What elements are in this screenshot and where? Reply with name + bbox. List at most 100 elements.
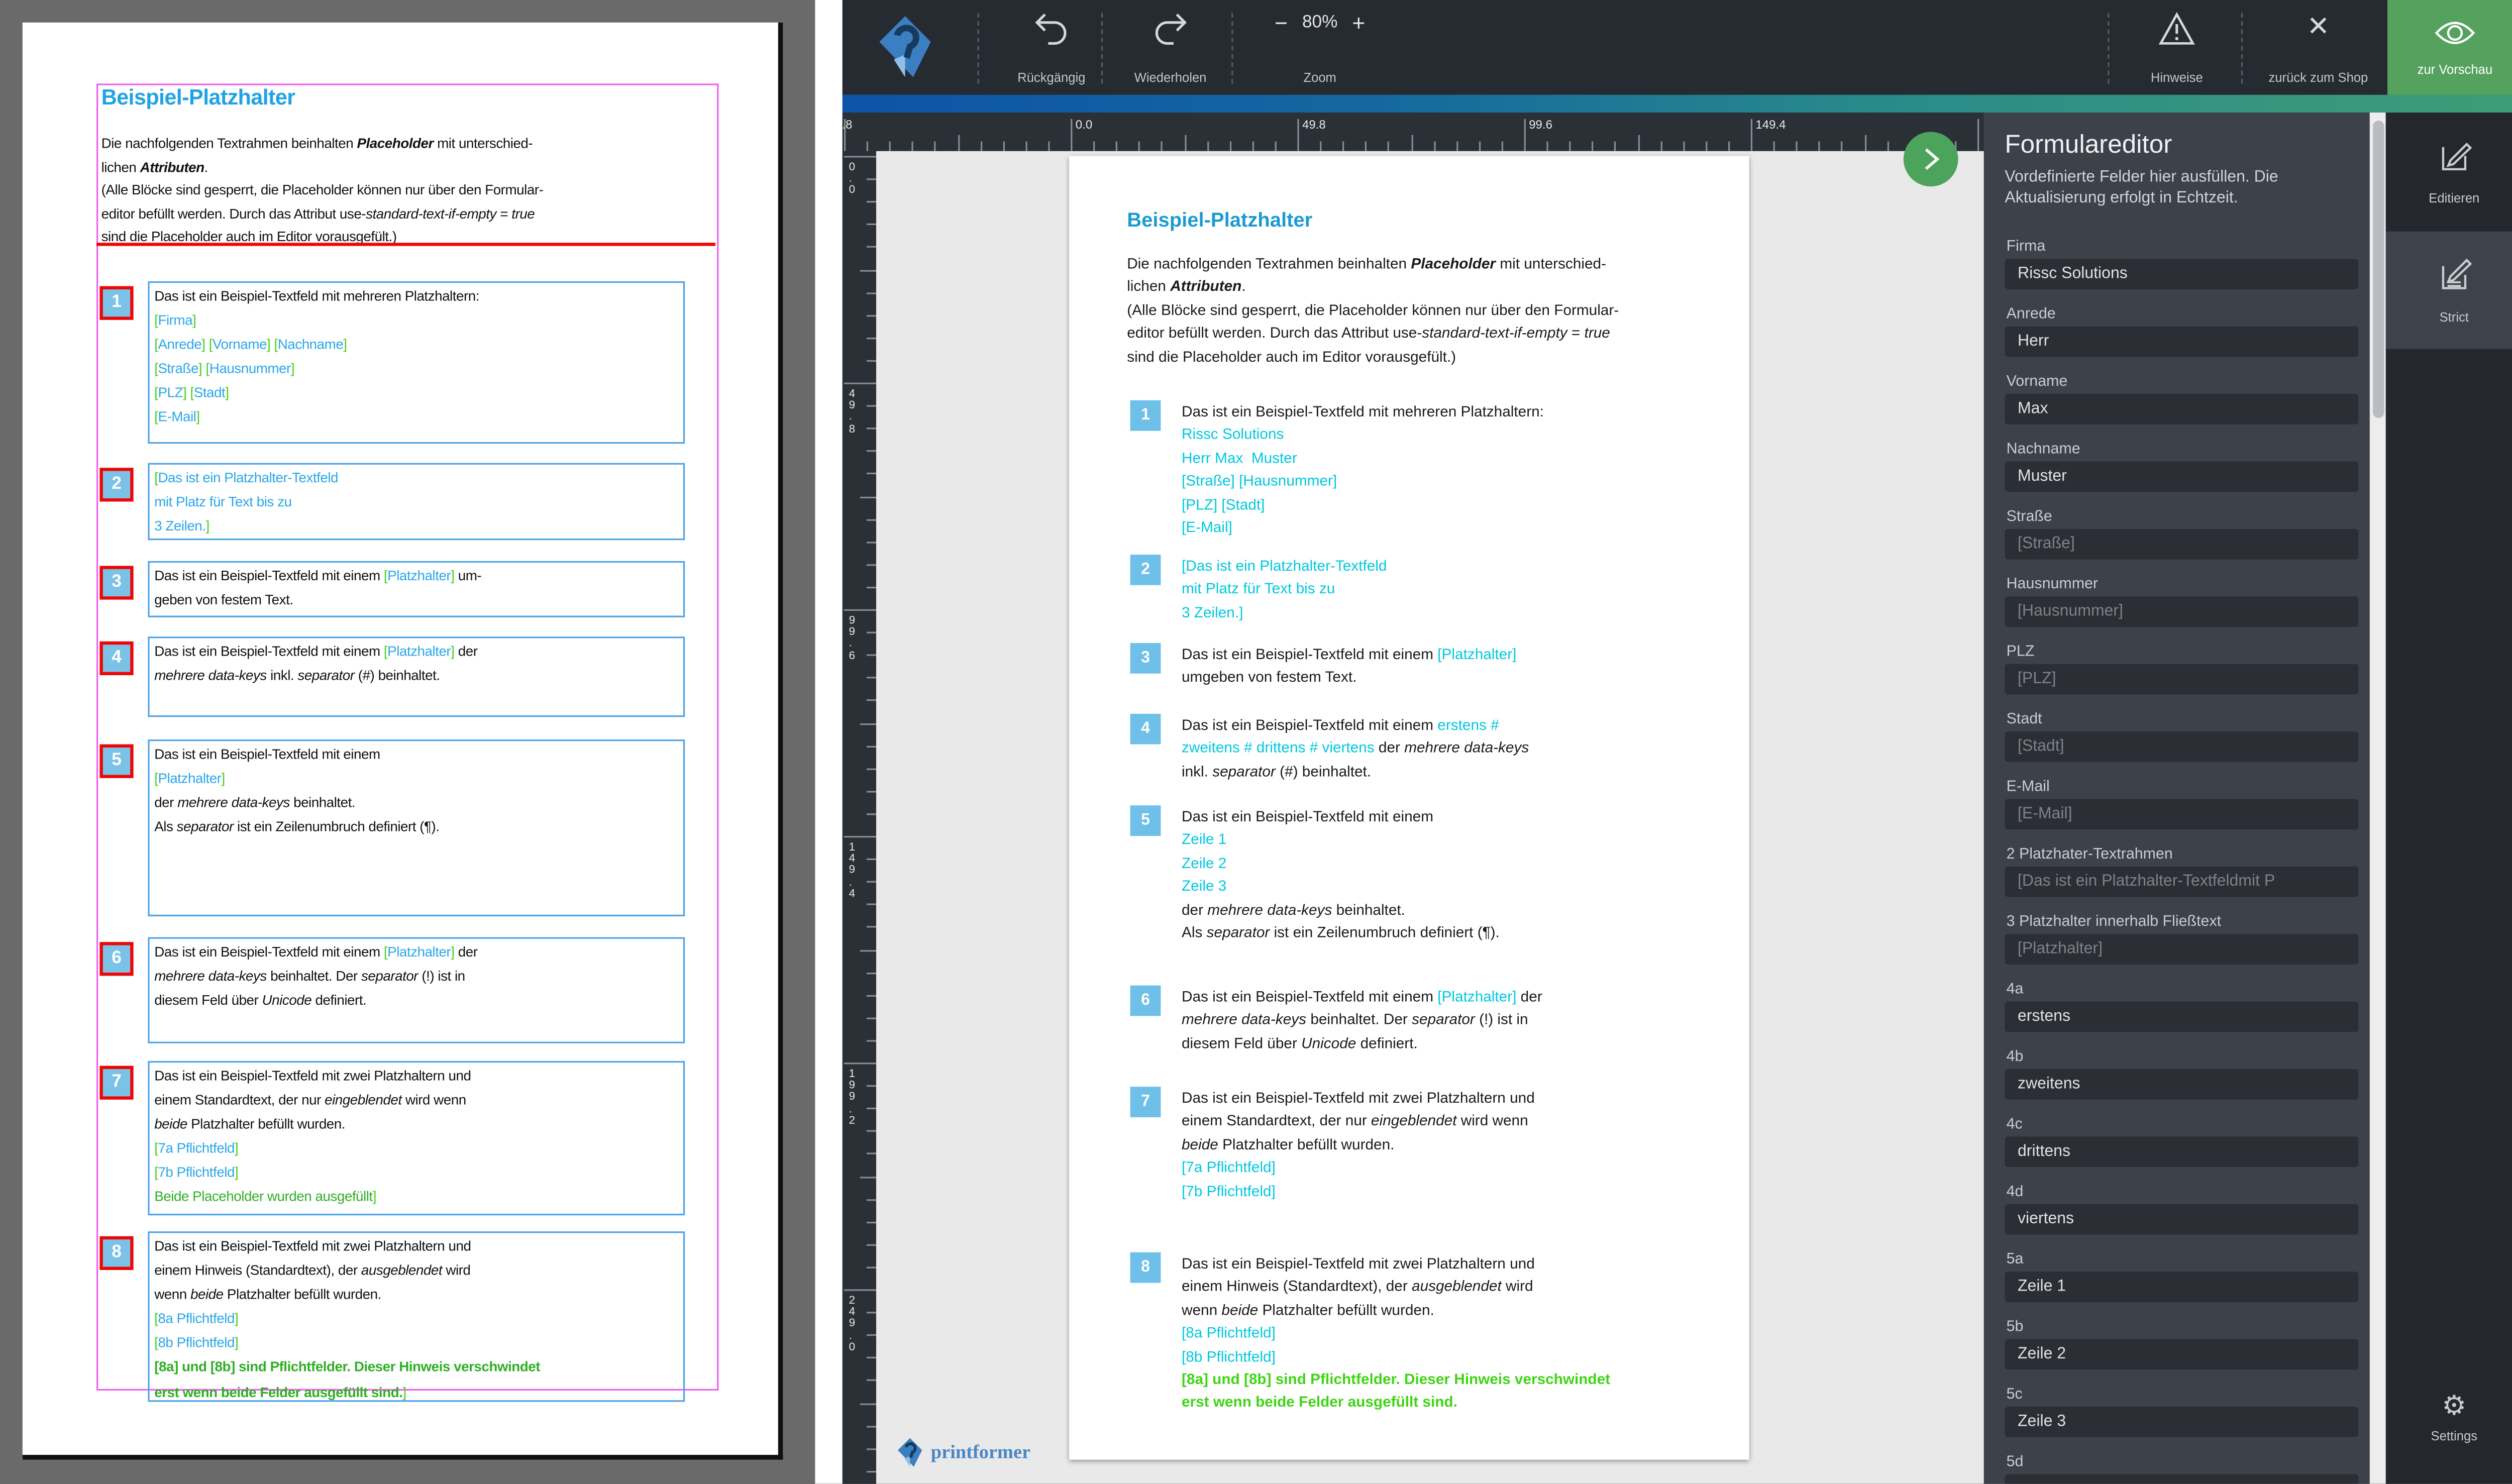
progress-gradient-bar xyxy=(843,95,2512,113)
editor-item-text: Das ist ein Beispiel-Textfeld mit einem … xyxy=(1182,986,1680,1055)
edit-lines-icon xyxy=(2437,256,2472,299)
vertical-ruler: 0 . 04 9 . 89 9 . 61 4 9 . 41 9 9 . 22 4… xyxy=(843,151,876,1484)
form-field-label: 3 Platzhalter innerhalb Fließtext xyxy=(2007,913,2359,931)
form-field-row: 4c xyxy=(2005,1116,2358,1167)
form-field-input[interactable] xyxy=(2005,1474,2358,1483)
collapse-sidebar-button[interactable] xyxy=(1904,132,1958,186)
preview-item-box: Das ist ein Beispiel-Textfeld mit einem … xyxy=(148,561,685,617)
form-field-row: 5b xyxy=(2005,1318,2358,1369)
horizontal-ruler: -49.80.049.899.6149.4 xyxy=(843,113,1984,151)
preview-item-box: Das ist ein Beispiel-Textfeld mit zwei P… xyxy=(148,1231,685,1402)
form-field-input[interactable] xyxy=(2005,461,2358,492)
zur-vorschau-button[interactable]: zur Vorschau xyxy=(2387,0,2512,95)
preview-page: Beispiel-Platzhalter Die nachfolgenden T… xyxy=(23,23,783,1460)
form-editor-subtitle: Vordefinierte Felder hier ausfüllen. Die… xyxy=(2005,167,2361,209)
form-field-input[interactable] xyxy=(2005,259,2358,289)
form-field-label: E-Mail xyxy=(2007,778,2359,796)
editor-item-text: Das ist ein Beispiel-Textfeld mit einem … xyxy=(1182,714,1680,783)
editor-item-text: Das ist ein Beispiel-Textfeld mit zwei P… xyxy=(1182,1252,1680,1415)
form-field-row: Straße xyxy=(2005,508,2358,559)
form-field-label: 5a xyxy=(2007,1251,2359,1268)
edit-icon xyxy=(2437,138,2472,181)
item-badge: 5 xyxy=(1130,805,1161,836)
preview-item-box: Das ist ein Beispiel-Textfeld mit mehrer… xyxy=(148,281,685,444)
item-badge: 6 xyxy=(99,942,133,976)
form-field-input[interactable] xyxy=(2005,1069,2358,1100)
app-window: Beispiel-Platzhalter Die nachfolgenden T… xyxy=(0,0,2512,1484)
hinweise-button[interactable]: Hinweise xyxy=(2117,11,2236,85)
form-field-row: 4a xyxy=(2005,981,2358,1032)
form-field-input[interactable] xyxy=(2005,664,2358,695)
zoom-out-button[interactable]: − xyxy=(1275,11,1288,34)
toolbar-separator xyxy=(2108,13,2109,84)
form-field-label: Straße xyxy=(2007,508,2359,525)
form-field-label: Vorname xyxy=(2007,373,2359,390)
mode-rail: Editieren Strict ⚙ Settings xyxy=(2386,113,2512,1484)
printformer-logo-icon xyxy=(878,15,932,87)
editor-intro: Die nachfolgenden Textrahmen beinhalten … xyxy=(1127,252,1682,368)
form-field-input[interactable] xyxy=(2005,1271,2358,1302)
item-badge: 6 xyxy=(1130,986,1161,1016)
form-field-label: Stadt xyxy=(2007,710,2359,728)
form-field-input[interactable] xyxy=(2005,934,2358,965)
form-field-row: Anrede xyxy=(2005,305,2358,357)
form-field-row: E-Mail xyxy=(2005,778,2358,829)
form-field-input[interactable] xyxy=(2005,596,2358,627)
gear-icon: ⚙ xyxy=(2442,1392,2466,1419)
printformer-logo-icon xyxy=(897,1437,923,1468)
form-field-label: Firma xyxy=(2007,238,2359,256)
item-badge: 4 xyxy=(1130,714,1161,745)
form-field-input[interactable] xyxy=(2005,327,2358,357)
form-fields-list: Firma Anrede Vorname Nachname Straße Hausnumm… xyxy=(2005,228,2358,1483)
form-field-input[interactable] xyxy=(2005,529,2358,560)
form-field-row: PLZ xyxy=(2005,643,2358,694)
item-badge: 7 xyxy=(1130,1087,1161,1117)
toolbar-separator xyxy=(978,13,979,84)
editor-item-text: Das ist ein Beispiel-Textfeld mit zwei P… xyxy=(1182,1087,1680,1203)
panel-divider xyxy=(815,0,842,1484)
form-field-input[interactable] xyxy=(2005,1407,2358,1437)
mode-strict-button[interactable]: Strict xyxy=(2386,232,2512,349)
redo-button[interactable]: Wiederholen xyxy=(1109,11,1231,85)
form-field-label: 5b xyxy=(2007,1318,2359,1336)
zoom-in-button[interactable]: + xyxy=(1352,11,1365,34)
editor-toolbar: Rückgängig Wiederholen − 80% + Zoom Hinw… xyxy=(843,0,2512,95)
form-field-row: 5c xyxy=(2005,1386,2358,1437)
preview-intro-frame-line xyxy=(96,243,715,246)
form-field-input[interactable] xyxy=(2005,1204,2358,1235)
back-to-shop-button[interactable]: ✕ zurück zum Shop xyxy=(2251,11,2386,85)
form-field-label: 4b xyxy=(2007,1048,2359,1066)
item-badge: 3 xyxy=(99,566,133,599)
form-field-input[interactable] xyxy=(2005,867,2358,897)
editor-item-text: [Das ist ein Platzhalter-Textfeldmit Pla… xyxy=(1182,555,1680,624)
item-badge: 3 xyxy=(1130,643,1161,674)
undo-icon xyxy=(1032,11,1071,54)
preview-item-box: Das ist ein Beispiel-Textfeld mit zwei P… xyxy=(148,1061,685,1215)
form-field-row: 5a xyxy=(2005,1251,2358,1302)
toolbar-separator xyxy=(1231,13,1233,84)
undo-button[interactable]: Rückgängig xyxy=(995,11,1108,85)
redo-icon xyxy=(1151,11,1190,54)
form-field-input[interactable] xyxy=(2005,1339,2358,1370)
form-field-input[interactable] xyxy=(2005,394,2358,425)
item-badge: 8 xyxy=(99,1236,133,1270)
editor-heading: Beispiel-Platzhalter xyxy=(1127,209,1312,232)
zoom-value: 80% xyxy=(1302,13,1338,32)
settings-button[interactable]: ⚙ Settings xyxy=(2386,1363,2512,1473)
mode-editieren-button[interactable]: Editieren xyxy=(2386,113,2512,232)
form-field-input[interactable] xyxy=(2005,731,2358,762)
item-badge: 1 xyxy=(1130,400,1161,431)
form-field-input[interactable] xyxy=(2005,1002,2358,1032)
editor-item-text: Das ist ein Beispiel-Textfeld mit einemZ… xyxy=(1182,805,1680,944)
preview-item-box: Das ist ein Beispiel-Textfeld mit einem … xyxy=(148,637,685,717)
form-field-row: Hausnummer xyxy=(2005,576,2358,627)
preview-item-box: Das ist ein Beispiel-Textfeld mit einem[… xyxy=(148,739,685,916)
form-field-label: Nachname xyxy=(2007,441,2359,458)
sidebar-scrollbar-thumb[interactable] xyxy=(2372,121,2383,418)
form-field-label: 2 Platzhater-Textrahmen xyxy=(2007,845,2359,863)
item-badge: 8 xyxy=(1130,1252,1161,1283)
form-field-input[interactable] xyxy=(2005,799,2358,829)
form-field-row: 5d xyxy=(2005,1453,2358,1484)
form-field-input[interactable] xyxy=(2005,1136,2358,1167)
form-field-row: 3 Platzhalter innerhalb Fließtext xyxy=(2005,913,2358,965)
